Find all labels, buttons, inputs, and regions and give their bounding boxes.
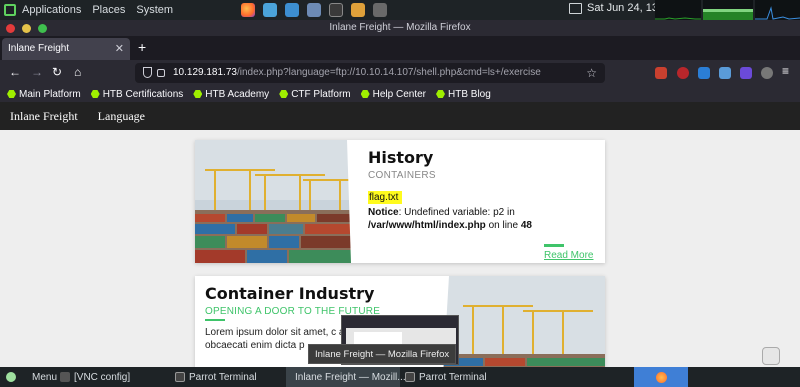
cpu-graph xyxy=(655,0,701,20)
htb-icon xyxy=(7,89,16,99)
page-content: History CONTAINERS flag.txt Notice: Unde… xyxy=(0,130,800,367)
history-card: History CONTAINERS flag.txt Notice: Unde… xyxy=(195,140,605,263)
bookmarks-bar: Main Platform HTB Certifications HTB Aca… xyxy=(0,86,800,102)
workspace-switcher[interactable] xyxy=(634,367,688,387)
htb-icon xyxy=(193,89,203,99)
terminal-launcher-icon[interactable] xyxy=(329,3,344,17)
reload-icon[interactable]: ↻ xyxy=(52,65,62,79)
settings-gear-icon[interactable] xyxy=(761,67,773,79)
language-link[interactable]: Language xyxy=(98,109,145,124)
ublock-icon[interactable] xyxy=(677,67,689,79)
url-host: 10.129.181.73 xyxy=(173,67,237,78)
system-menu[interactable]: System xyxy=(136,4,173,16)
taskbar-vnc-config[interactable]: [VNC config] xyxy=(60,367,130,387)
terminal-icon xyxy=(175,372,185,382)
places-menu[interactable]: Places xyxy=(92,4,125,16)
editor-launcher-icon[interactable] xyxy=(373,3,388,17)
bookmark-htb-certifications[interactable]: HTB Certifications xyxy=(90,89,183,100)
home-icon[interactable]: ⌂ xyxy=(74,65,81,79)
tab-title: Inlane Freight xyxy=(8,43,70,54)
extension-icon[interactable] xyxy=(655,67,667,79)
close-tab-icon[interactable]: ✕ xyxy=(115,42,124,55)
htb-icon xyxy=(360,89,370,99)
memory-graph xyxy=(703,0,753,20)
tab-inlane-freight[interactable]: Inlane Freight ✕ xyxy=(2,38,130,60)
terminal-icon xyxy=(405,372,415,382)
tracking-protection-icon[interactable] xyxy=(143,67,152,78)
applications-menu[interactable]: Applications xyxy=(22,4,81,16)
firefox-workspace-icon xyxy=(655,371,667,383)
taskbar-parrot-terminal-2[interactable]: Parrot Terminal xyxy=(405,367,487,387)
port-cranes-image xyxy=(443,276,605,367)
notice-label: Notice xyxy=(368,207,399,218)
url-bar[interactable]: 10.129.181.73/index.php?language=ftp://1… xyxy=(135,63,605,83)
window-icon xyxy=(60,372,70,382)
site-info-icon[interactable] xyxy=(157,69,165,77)
settings-launcher-icon[interactable] xyxy=(307,3,322,17)
firefox-launcher-icon[interactable] xyxy=(241,3,256,17)
minimize-window-icon[interactable] xyxy=(22,24,31,33)
accent-line xyxy=(544,244,564,247)
bookmark-help-center[interactable]: Help Center xyxy=(360,89,426,100)
taskbar-tooltip: Inlane Freight — Mozilla Firefox xyxy=(308,344,456,364)
notice-line: 48 xyxy=(520,220,532,231)
window-title: Inlane Freight — Mozilla Firefox xyxy=(329,22,471,33)
taskbar-firefox[interactable]: Inlane Freight — Mozill... xyxy=(286,367,406,387)
history-text: History CONTAINERS flag.txt Notice: Unde… xyxy=(368,148,600,232)
files-launcher-icon[interactable] xyxy=(351,3,366,17)
burp-launcher-icon[interactable] xyxy=(263,3,278,17)
menu-button[interactable]: Menu xyxy=(6,367,57,387)
htb-icon xyxy=(436,89,445,99)
os-taskbar: Menu [VNC config] Parrot Terminal Inlane… xyxy=(0,367,800,387)
url-path: /index.php?language=ftp://10.10.14.107/s… xyxy=(236,67,541,78)
back-icon[interactable]: ← xyxy=(9,65,21,79)
read-more-link[interactable]: Read More xyxy=(544,250,593,261)
industry-title: Container Industry xyxy=(205,284,375,303)
extension-badge-icon[interactable] xyxy=(740,67,752,79)
port-cranes-image xyxy=(195,140,357,263)
os-menus: Applications Places System xyxy=(22,4,173,16)
new-tab-icon[interactable]: + xyxy=(138,39,146,55)
parrot-menu-icon[interactable] xyxy=(4,4,16,16)
taskbar-parrot-terminal-1[interactable]: Parrot Terminal xyxy=(175,367,257,387)
htb-icon xyxy=(279,89,289,99)
window-titlebar[interactable]: Inlane Freight — Mozilla Firefox xyxy=(0,20,800,36)
app-launcher-icon[interactable] xyxy=(285,3,300,17)
navigation-toolbar: ← → ↻ ⌂ 10.129.181.73/index.php?language… xyxy=(0,60,800,86)
history-subtitle: CONTAINERS xyxy=(368,170,436,181)
clipboard-icon[interactable] xyxy=(762,347,780,365)
site-navbar: Inlane Freight Language xyxy=(0,102,800,130)
htb-icon xyxy=(90,89,100,99)
extension-blue-icon[interactable] xyxy=(698,67,710,79)
included-file-output: flag.txt xyxy=(368,191,403,204)
notice-on: on line xyxy=(485,220,521,231)
maximize-window-icon[interactable] xyxy=(38,24,47,33)
forward-icon[interactable]: → xyxy=(31,65,43,79)
php-notice: Notice: Undefined variable: p2 in /var/w… xyxy=(368,206,600,232)
history-title: History xyxy=(368,148,434,167)
app-menu-icon[interactable]: ≡ xyxy=(782,64,789,78)
bookmark-star-icon[interactable]: ☆ xyxy=(586,66,597,80)
accent-line xyxy=(205,319,225,321)
os-top-panel: Applications Places System Sat Jun 24, 1… xyxy=(0,0,800,20)
bookmark-main-platform[interactable]: Main Platform xyxy=(7,89,81,100)
notice-text: : Undefined variable: p2 in xyxy=(398,207,515,218)
bookmark-htb-blog[interactable]: HTB Blog xyxy=(436,89,491,100)
tab-bar: Inlane Freight ✕ + xyxy=(0,36,800,60)
close-window-icon[interactable] xyxy=(6,24,15,33)
notice-path: /var/www/html/index.php xyxy=(368,220,486,231)
network-icon[interactable] xyxy=(569,2,582,14)
quick-launchers xyxy=(241,3,388,17)
bookmark-ctf-platform[interactable]: CTF Platform xyxy=(279,89,351,100)
menu-icon xyxy=(6,372,16,382)
site-brand-link[interactable]: Inlane Freight xyxy=(10,109,78,124)
extension-tool-icon[interactable] xyxy=(719,67,731,79)
bookmark-htb-academy[interactable]: HTB Academy xyxy=(193,89,269,100)
network-graph xyxy=(755,0,800,20)
